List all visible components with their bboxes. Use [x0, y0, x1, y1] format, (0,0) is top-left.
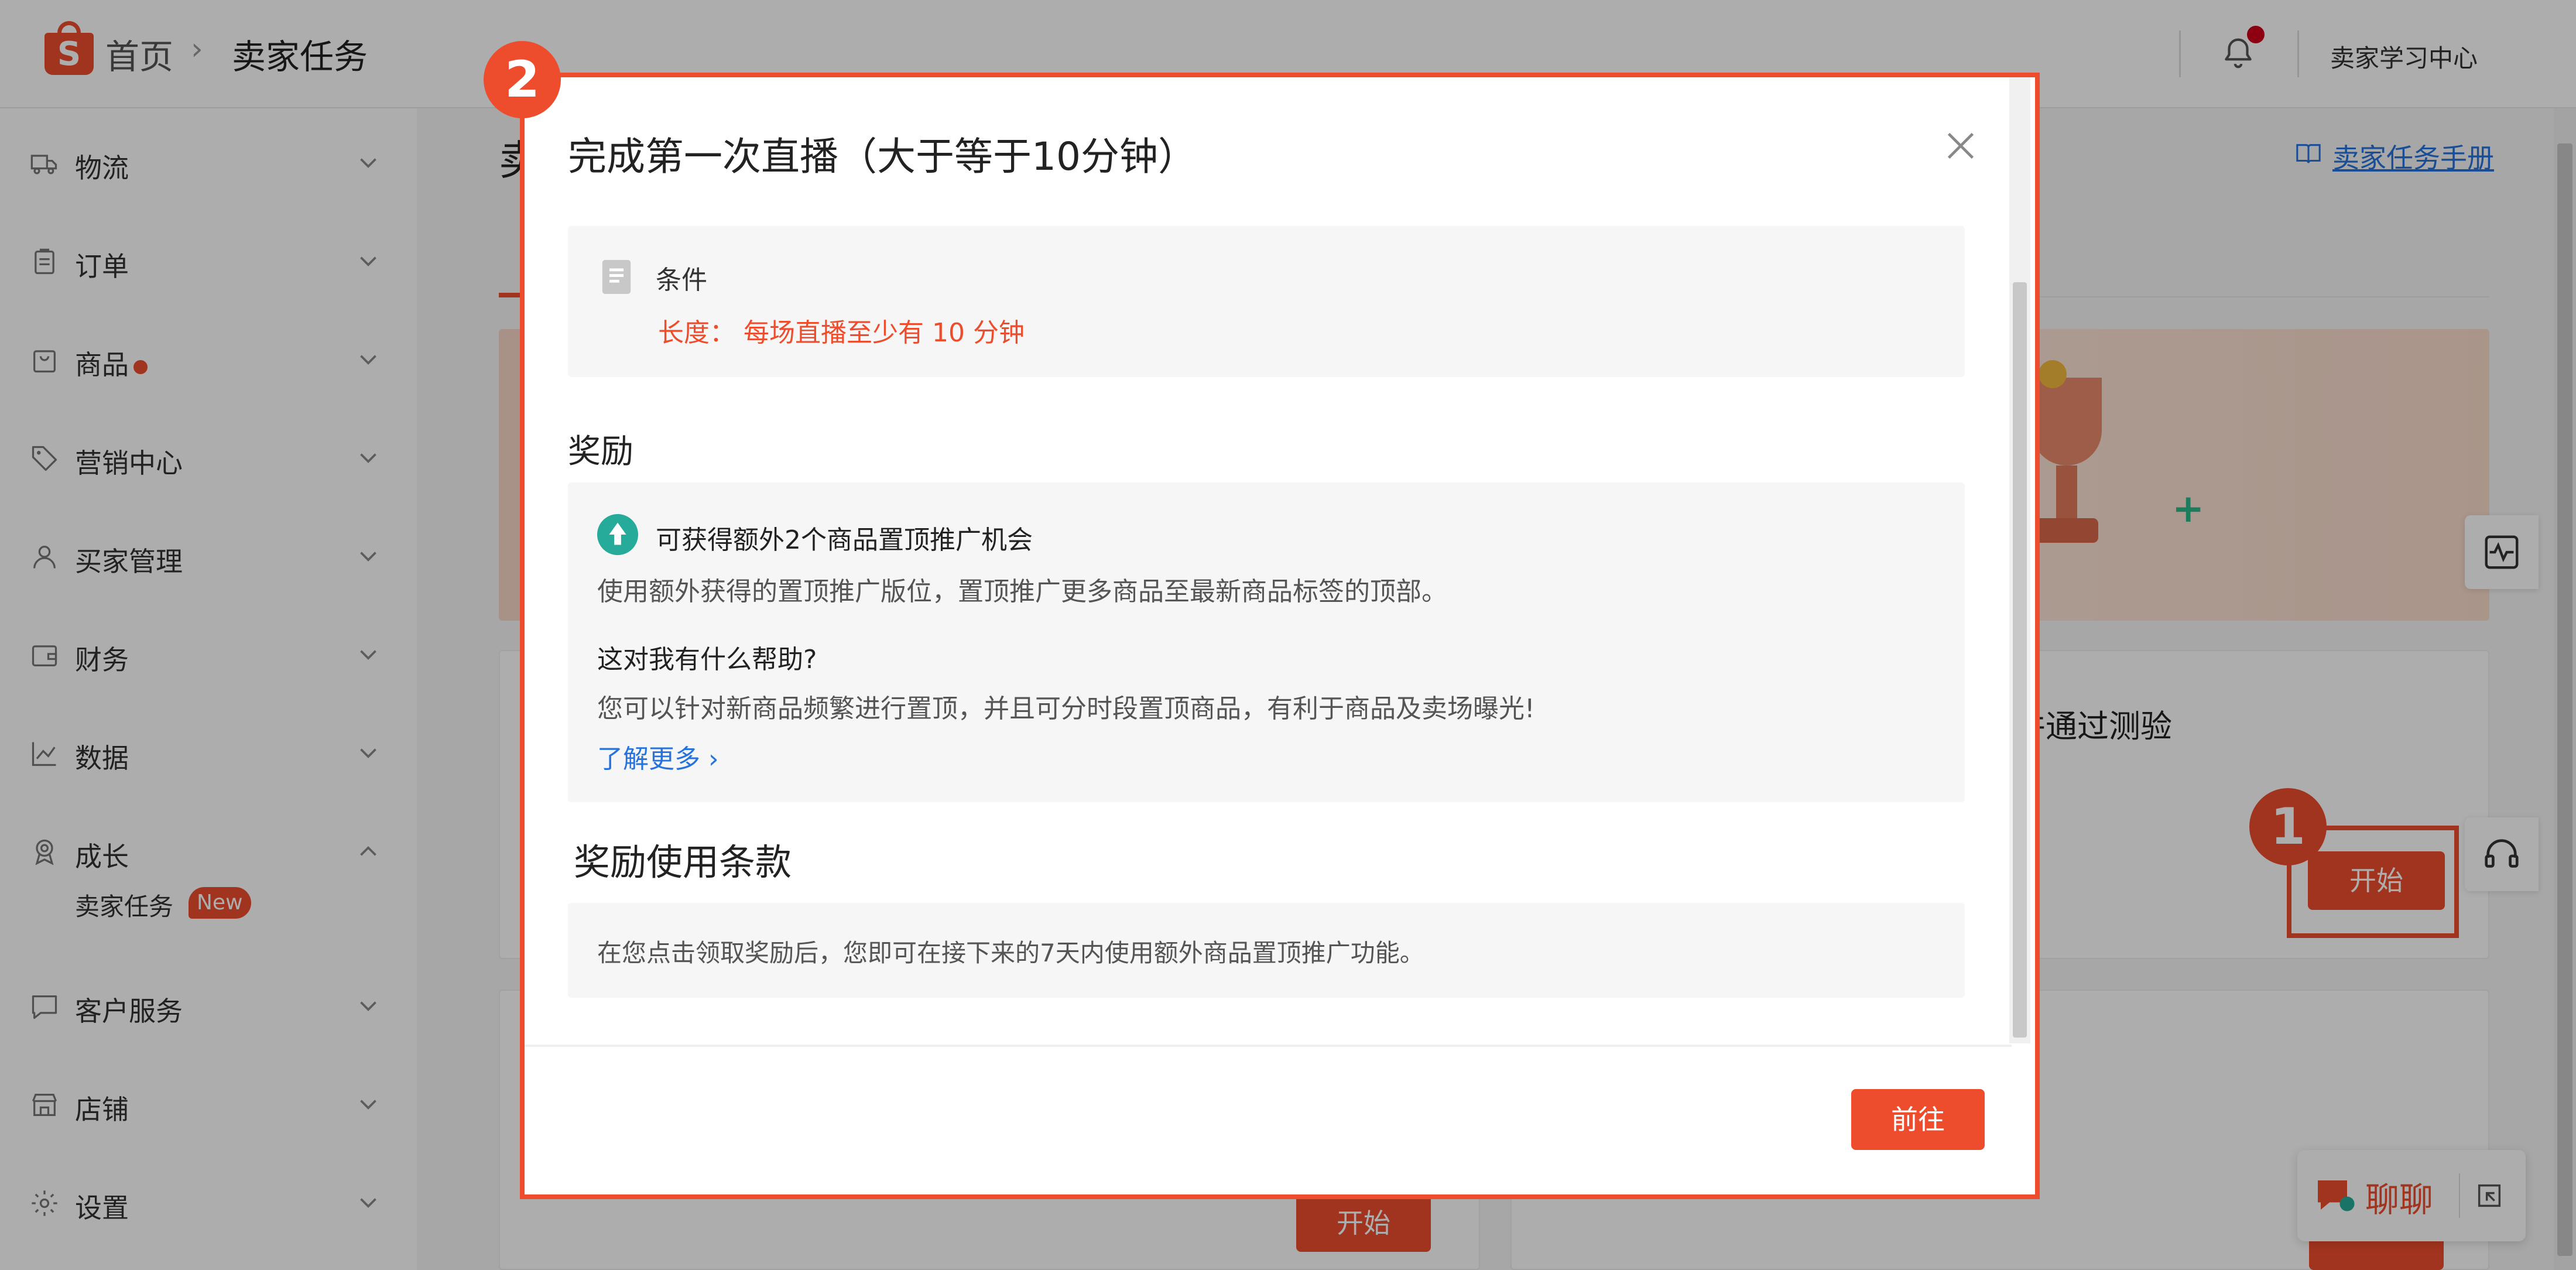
terms-section: 在您点击领取奖励后，您即可在接下来的7天内使用额外商品置顶推广功能。 [568, 903, 1965, 998]
help-question: 这对我有什么帮助? [597, 645, 817, 675]
document-icon [602, 260, 631, 294]
close-icon[interactable] [1940, 125, 1981, 166]
boost-arrow-icon [597, 514, 638, 555]
condition-label: 条件 [656, 265, 707, 295]
reward-heading: 奖励 [568, 433, 633, 471]
terms-heading: 奖励使用条款 [574, 841, 792, 884]
go-button[interactable]: 前往 [1851, 1089, 1985, 1150]
reward-description: 使用额外获得的置顶推广版位，置顶推广更多商品至最新商品标签的顶部。 [597, 577, 1447, 607]
terms-text: 在您点击领取奖励后，您即可在接下来的7天内使用额外商品置顶推广功能。 [597, 939, 1424, 967]
step-marker-2: 2 [484, 41, 561, 118]
dialog-footer-divider [525, 1045, 2012, 1047]
task-detail-dialog: 完成第一次直播（大于等于10分钟） 条件 长度： 每场直播至少有 10 分钟 奖… [525, 77, 2035, 1194]
condition-value: 长度： 每场直播至少有 10 分钟 [658, 318, 1025, 348]
condition-section: 条件 长度： 每场直播至少有 10 分钟 [568, 226, 1965, 377]
learn-more-link[interactable]: 了解更多 › [597, 738, 719, 775]
reward-section: 可获得额外2个商品置顶推广机会 使用额外获得的置顶推广版位，置顶推广更多商品至最… [568, 482, 1965, 802]
dialog-title: 完成第一次直播（大于等于10分钟） [568, 134, 1197, 179]
help-answer: 您可以针对新商品频繁进行置顶，并且可分时段置顶商品，有利于商品及卖场曝光! [597, 694, 1535, 724]
dialog-scrollbar[interactable] [2009, 77, 2030, 1043]
reward-title: 可获得额外2个商品置顶推广机会 [656, 525, 1033, 555]
